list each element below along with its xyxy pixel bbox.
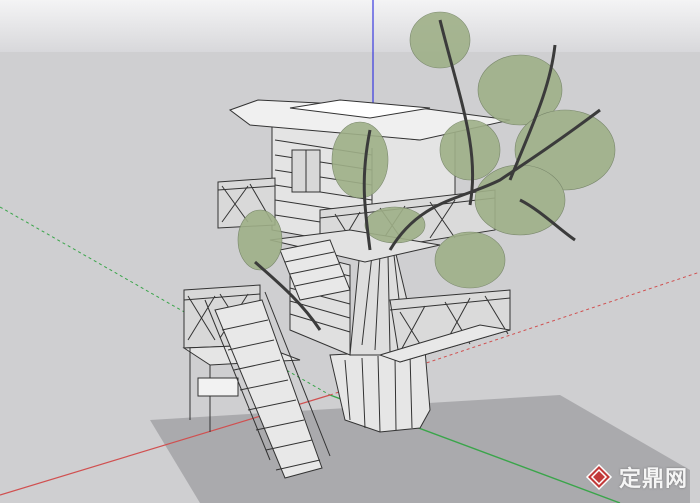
modeling-viewport[interactable]: 定鼎网	[0, 0, 700, 503]
watermark: 定鼎网	[585, 461, 688, 493]
scene-canvas[interactable]	[0, 0, 700, 503]
diamond-logo-icon	[585, 463, 613, 491]
watermark-text: 定鼎网	[618, 467, 688, 492]
